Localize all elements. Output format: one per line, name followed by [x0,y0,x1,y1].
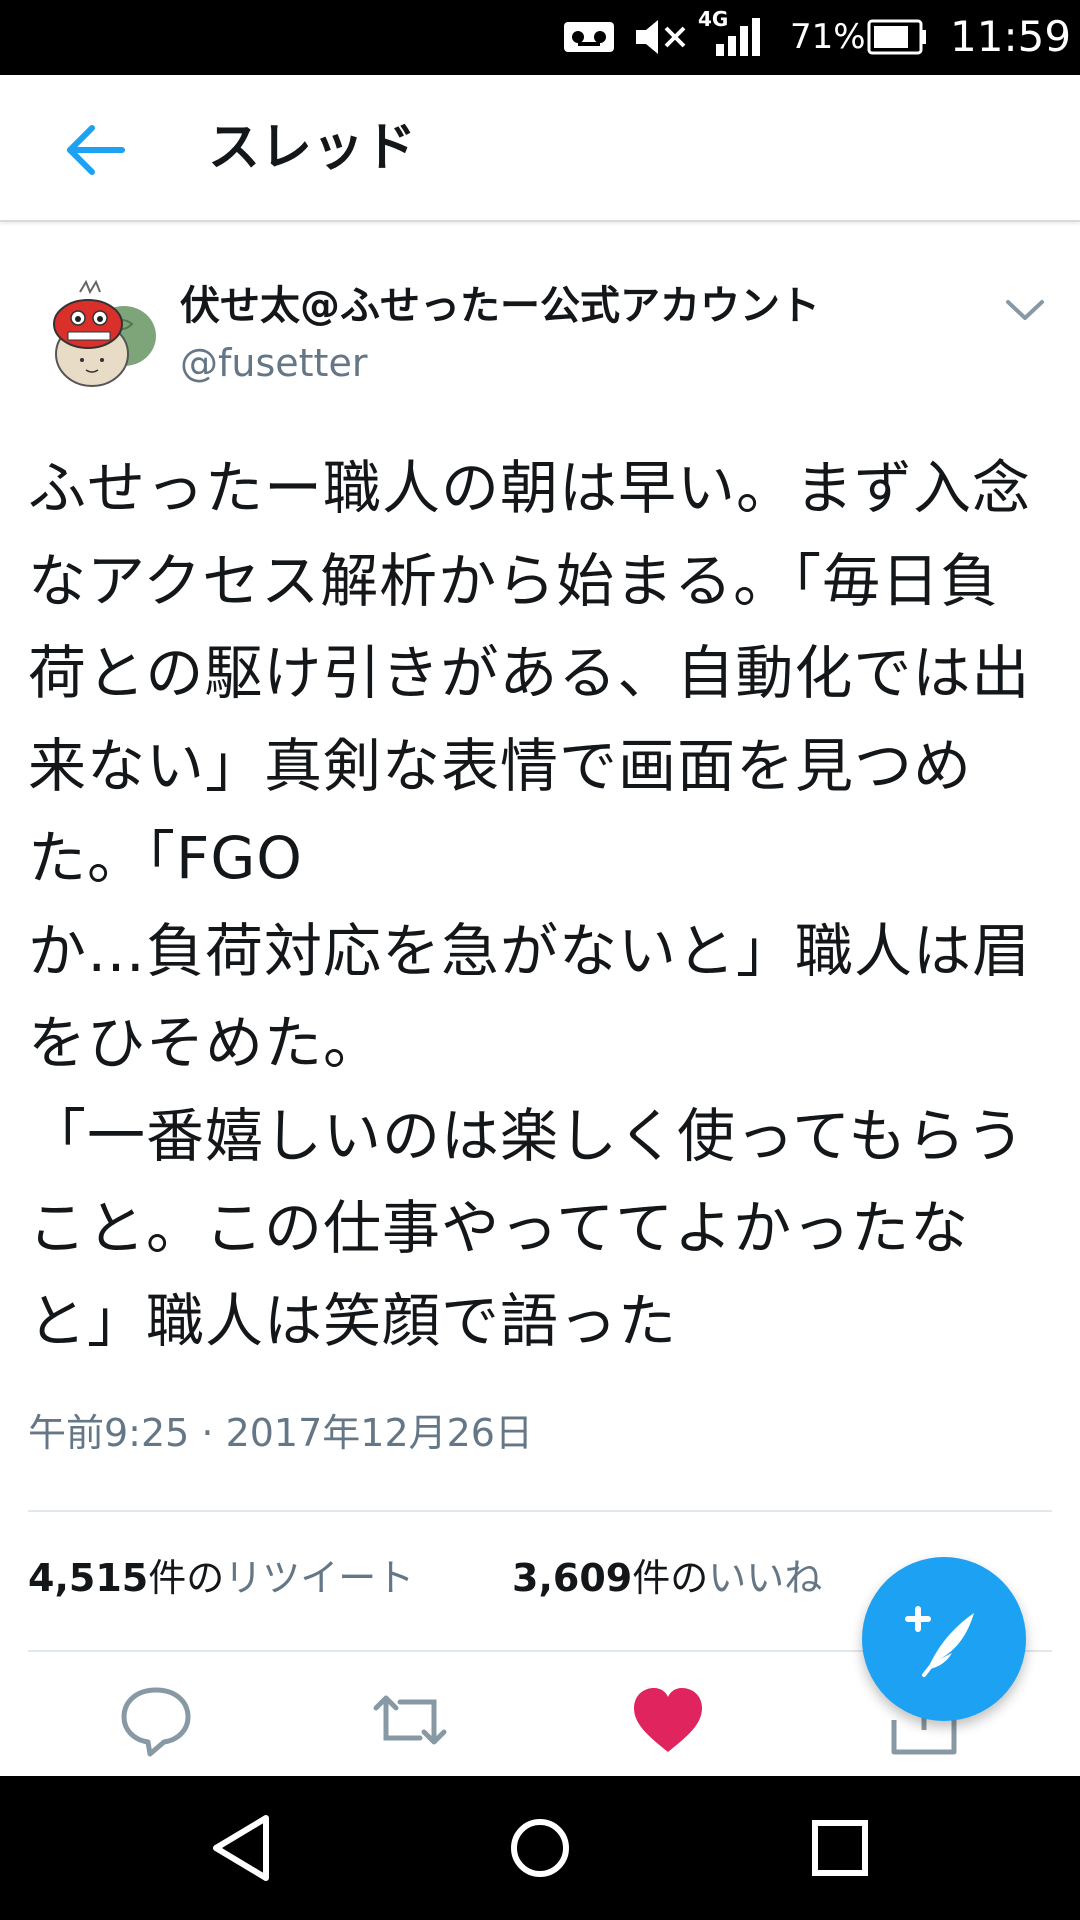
battery-icon [867,19,926,55]
avatar[interactable] [40,272,160,392]
like-icon[interactable] [628,1680,708,1760]
signal-icon [716,18,760,56]
clock: 11:59 [950,12,1072,61]
retweet-icon[interactable] [370,1680,450,1760]
retweet-count-link[interactable]: 4,515件のリツイート [28,1550,414,1606]
compose-tweet-icon [905,1606,974,1677]
tweet-text: ふせったー職人の朝は早い。まず入念なアクセス解析から始まる。「毎日負荷との駆け引… [28,454,1032,1355]
like-label: いいね [708,1556,823,1600]
reply-icon[interactable] [116,1680,196,1760]
back-triangle-icon[interactable] [200,1806,284,1890]
voicemail-icon [564,22,614,52]
like-count-link[interactable]: 3,609件のいいね [512,1550,822,1606]
divider [28,1510,1052,1512]
status-bar: 4G 71% 11:59 [0,0,1080,75]
retweet-unit: 件の [148,1556,225,1600]
battery-percent: 71% [790,17,866,57]
recents-square-icon[interactable] [798,1806,882,1890]
retweet-count: 4,515 [28,1556,149,1600]
app-bar: スレッド [0,75,1080,222]
mute-icon [636,20,686,54]
like-count: 3,609 [512,1556,633,1600]
navigation-bar [0,1776,1080,1920]
user-handle[interactable]: @fusetter [180,338,367,388]
arrow-left-icon[interactable] [60,115,130,185]
compose-tweet-button[interactable] [862,1557,1026,1721]
like-unit: 件の [632,1556,709,1600]
display-name[interactable]: 伏せ太@ふせったー公式アカウント [180,280,820,332]
home-circle-icon[interactable] [498,1806,582,1890]
page-title: スレッド [208,118,417,178]
retweet-label: リツイート [224,1556,415,1600]
chevron-down-icon[interactable] [1000,290,1050,330]
tweet-timestamp: 午前9:25 · 2017年12月26日 [28,1411,533,1455]
